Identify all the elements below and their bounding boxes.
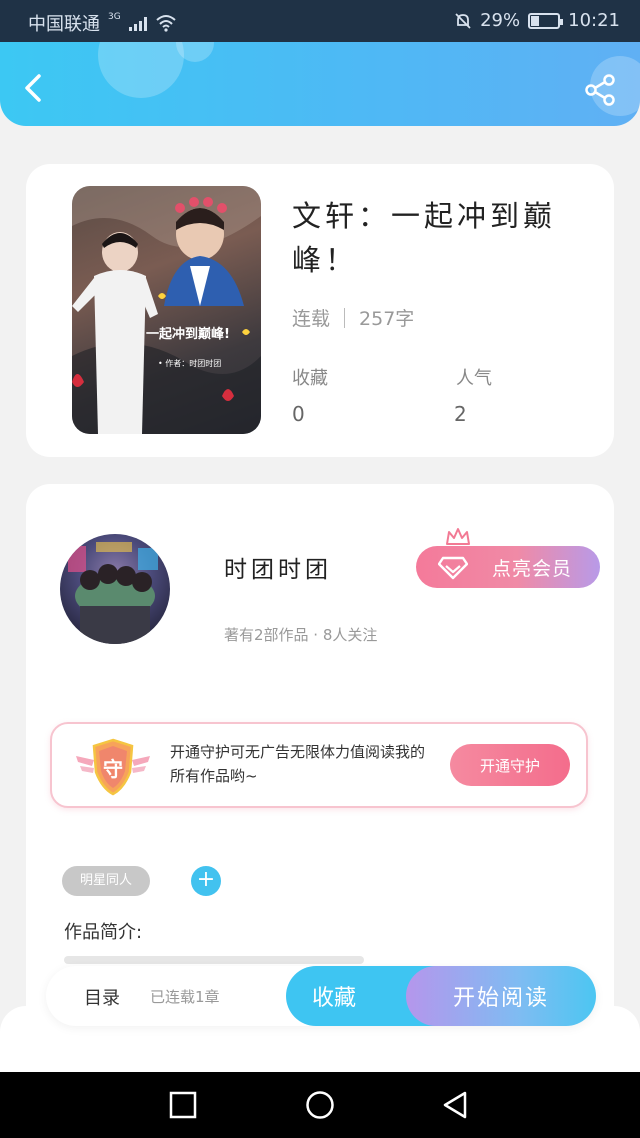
guard-badge-text: 守 (103, 757, 123, 781)
battery-icon (528, 12, 564, 29)
book-info-card: 一起冲到巅峰! • 作者：时团时团 文轩：一起冲到巅峰！ 连载 257字 收藏 … (26, 164, 614, 457)
intro-text-obscured (64, 956, 364, 964)
back-triangle-icon[interactable] (440, 1090, 470, 1120)
decor-bubble (98, 42, 184, 98)
bell-muted-icon (455, 12, 471, 29)
avatar-photo (68, 542, 158, 644)
open-guard-button[interactable]: 开通守护 (450, 744, 570, 786)
bottom-action-bar: 目录 已连载1章 收藏 开始阅读 (46, 966, 596, 1026)
book-cover-image[interactable]: 一起冲到巅峰! • 作者：时团时团 (72, 186, 261, 434)
add-tag-button[interactable]: + (191, 866, 221, 896)
popularity-value: 2 (454, 402, 467, 426)
crown-icon (446, 528, 470, 545)
status-left: 中国联通 3G (28, 10, 177, 36)
favorites-value: 0 (292, 402, 305, 426)
status-right: 29% 10:21 (454, 10, 620, 31)
wifi-icon (156, 15, 176, 32)
svg-text:• 作者：时团时团: • 作者：时团时团 (158, 358, 221, 368)
favorites-label: 收藏 (292, 368, 328, 389)
diamond-icon (438, 556, 468, 580)
collect-button-label: 收藏 (312, 986, 357, 1011)
battery-percent: 29% (480, 10, 521, 31)
recents-square-icon[interactable] (168, 1090, 198, 1120)
clock: 10:21 (568, 10, 620, 31)
guard-promo-box: 守 开通守护可无广告无限体力值阅读我的所有作品哟~ 开通守护 (50, 722, 588, 808)
author-avatar[interactable] (60, 534, 170, 644)
chevron-left-icon[interactable] (16, 70, 52, 106)
cover-artwork: 一起冲到巅峰! • 作者：时团时团 (72, 186, 261, 434)
home-circle-icon[interactable] (305, 1090, 335, 1120)
start-reading-label: 开始阅读 (452, 986, 549, 1011)
vip-button-label: 点亮会员 (491, 557, 572, 580)
guard-description: 开通守护可无广告无限体力值阅读我的所有作品哟~ (170, 743, 426, 785)
network-type: 3G (108, 12, 121, 22)
intro-label: 作品简介: (64, 922, 143, 943)
author-name: 时团时团 (224, 557, 332, 583)
system-nav-bar (0, 1072, 640, 1138)
popularity-label: 人气 (456, 368, 492, 389)
author-card: 时团时团 著有2部作品 · 8人关注 点亮会员 守 开通守护可无广告无限体力值阅… (26, 484, 614, 1044)
svg-text:一起冲到巅峰!: 一起冲到巅峰! (146, 326, 230, 342)
chapter-status: 已连载1章 (150, 988, 220, 1006)
meta-divider (344, 307, 346, 328)
guard-shield-icon: 守 (76, 738, 150, 796)
vip-button[interactable]: 点亮会员 (416, 546, 600, 588)
author-stats: 著有2部作品 · 8人关注 (224, 626, 378, 644)
signal-icon (128, 15, 147, 31)
start-reading-button[interactable]: 开始阅读 (406, 966, 596, 1026)
book-title: 文轩：一起冲到巅峰！ (292, 199, 557, 277)
book-meta: 连载 257字 (292, 304, 414, 331)
word-count: 257字 (359, 308, 415, 330)
app-header (0, 42, 640, 126)
share-icon[interactable] (582, 72, 618, 108)
carrier-label: 中国联通 (28, 14, 100, 35)
toc-button[interactable]: 目录 (84, 984, 120, 1010)
serial-status: 连载 (292, 308, 331, 330)
status-bar: 中国联通 3G 29% 10:21 (0, 0, 640, 42)
tag-chip[interactable]: 明星同人 (62, 866, 151, 896)
